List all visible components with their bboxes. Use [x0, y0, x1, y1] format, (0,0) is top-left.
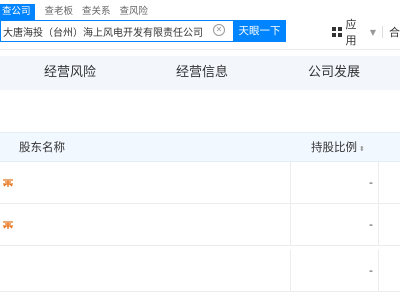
tab-search-relation[interactable]: 查关系 — [82, 4, 111, 20]
column-divider — [378, 204, 379, 245]
share-ratio-value: - — [369, 264, 373, 277]
cooperation-link[interactable]: 合 — [389, 24, 400, 40]
apps-label: 应用 — [345, 18, 357, 47]
tab-operation-info[interactable]: 经营信息 — [176, 56, 228, 90]
column-header-shareholder-name: 股东名称 — [19, 140, 65, 154]
tab-company-development[interactable]: 公司发展 — [308, 56, 360, 90]
column-divider — [290, 204, 291, 245]
apps-menu[interactable]: 应用 ▼ 合 — [332, 18, 400, 47]
table-row: - — [0, 250, 400, 292]
clear-icon[interactable]: ✕ — [213, 24, 225, 36]
top-header: 查公司 查老板 查关系 查风险 ✕ 天眼一下 应用 ▼ 合 — [0, 0, 400, 50]
search-box: ✕ — [0, 20, 233, 42]
tab-search-company[interactable]: 查公司 — [0, 4, 35, 20]
column-divider — [290, 162, 291, 203]
column-header-share-ratio[interactable]: 持股比例 ⬍ — [311, 133, 365, 163]
shareholder-table-header: 股东名称 持股比例 ⬍ — [0, 132, 400, 162]
tab-search-boss[interactable]: 查老板 — [45, 4, 74, 20]
search-type-tabs: 查公司 查老板 查关系 查风险 — [0, 4, 157, 20]
tab-search-risk[interactable]: 查风险 — [120, 4, 149, 20]
table-row: - — [0, 162, 400, 204]
sort-icon[interactable]: ⬍ — [359, 145, 365, 153]
shareholder-type-icon — [2, 178, 14, 188]
chevron-down-icon: ▼ — [369, 27, 377, 37]
table-row: - — [0, 204, 400, 246]
column-divider — [378, 250, 379, 291]
column-divider — [378, 162, 379, 203]
share-ratio-value: - — [369, 176, 373, 189]
grid-icon — [332, 27, 342, 37]
shareholder-type-icon — [2, 220, 14, 230]
search-input[interactable] — [1, 21, 211, 41]
column-divider — [290, 250, 291, 291]
search-button[interactable]: 天眼一下 — [233, 20, 286, 42]
section-tab-bar: 经营风险 经营信息 公司发展 — [0, 56, 400, 90]
menu-divider — [382, 26, 383, 38]
share-ratio-value: - — [369, 218, 373, 231]
column-header-label: 持股比例 — [311, 140, 357, 154]
tab-operation-risk[interactable]: 经营风险 — [44, 56, 96, 90]
